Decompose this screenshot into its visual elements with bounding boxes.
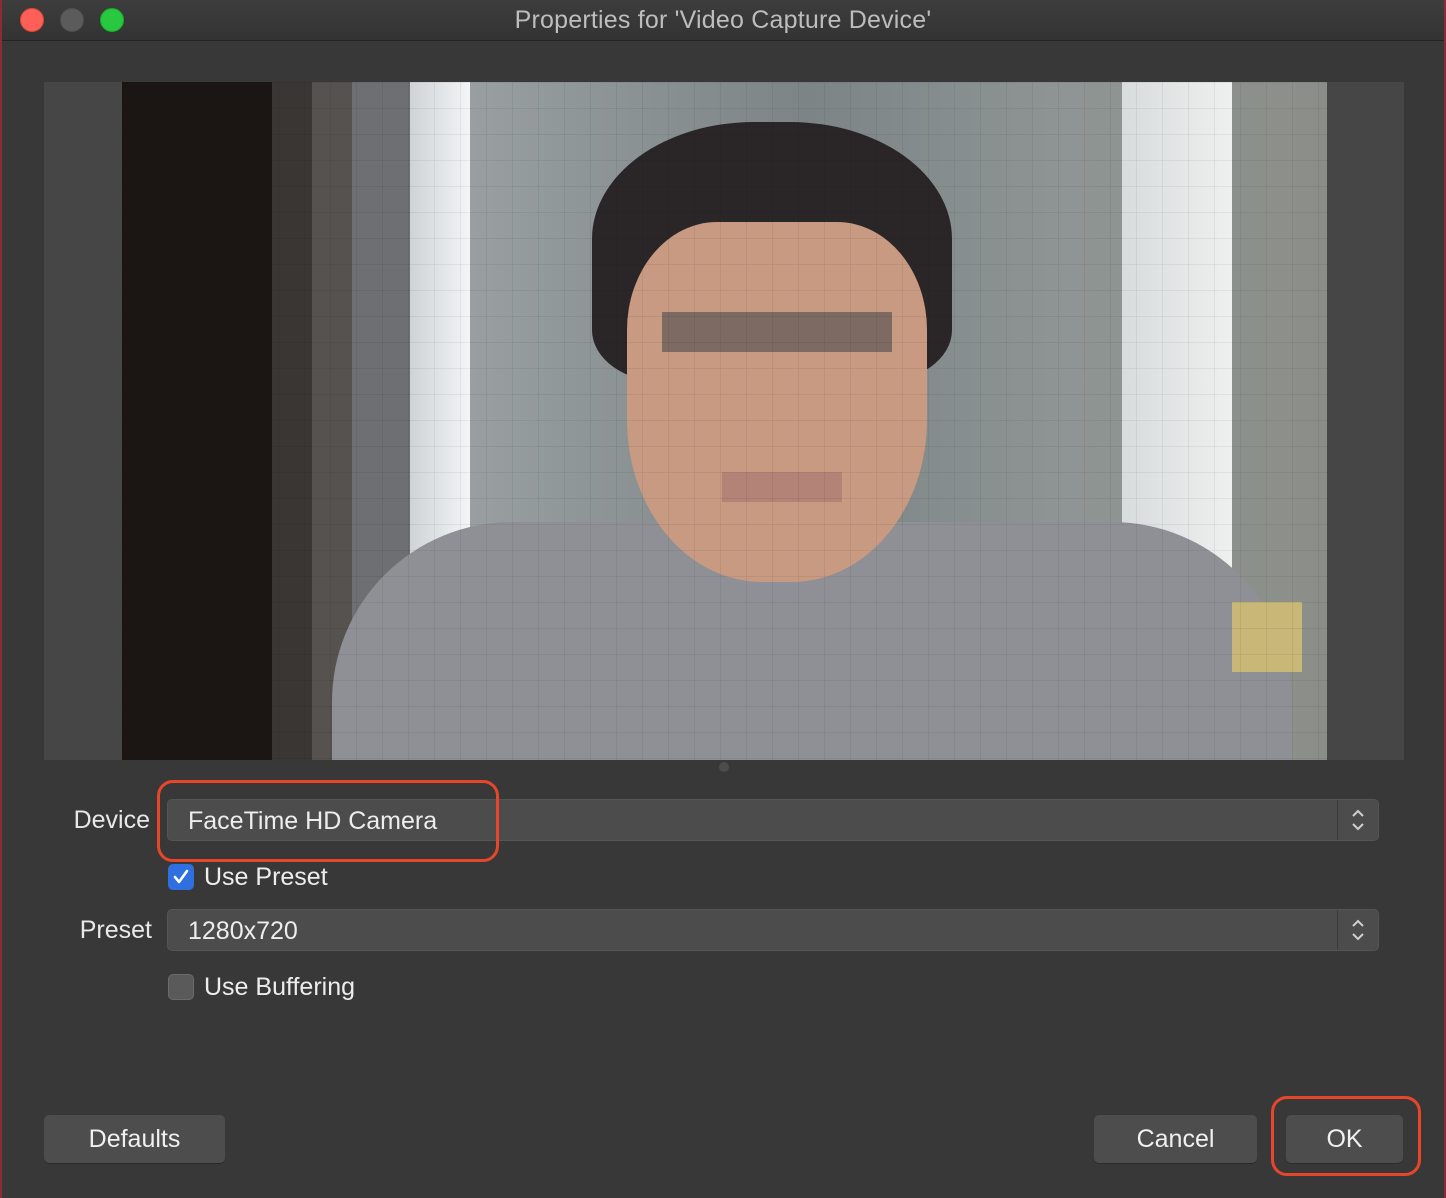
up-down-chevron-icon [1337,910,1378,950]
device-select[interactable]: FaceTime HD Camera [167,799,1379,841]
title-bar: Properties for 'Video Capture Device' [2,0,1444,41]
use-buffering-row[interactable]: Use Buffering [168,972,355,1002]
cancel-button[interactable]: Cancel [1094,1115,1257,1163]
properties-window: Properties for 'Video Capture Device' De… [0,0,1446,1198]
camera-preview-image [122,82,1327,760]
checkmark-icon [173,869,189,884]
use-preset-label: Use Preset [204,862,328,891]
use-preset-checkbox[interactable] [168,864,194,890]
video-preview [44,82,1404,760]
preset-label: Preset [79,916,152,944]
preset-select-value: 1280x720 [188,917,298,945]
ok-button[interactable]: OK [1286,1115,1403,1163]
window-title: Properties for 'Video Capture Device' [514,6,932,34]
use-preset-row[interactable]: Use Preset [168,862,328,892]
device-label: Device [73,806,150,834]
device-select-value: FaceTime HD Camera [188,807,438,835]
use-buffering-checkbox[interactable] [168,974,194,1000]
preset-select[interactable]: 1280x720 [167,909,1379,951]
use-buffering-label: Use Buffering [204,972,356,1001]
splitter-handle[interactable] [719,762,729,772]
defaults-button[interactable]: Defaults [44,1115,225,1163]
up-down-chevron-icon [1337,800,1378,840]
